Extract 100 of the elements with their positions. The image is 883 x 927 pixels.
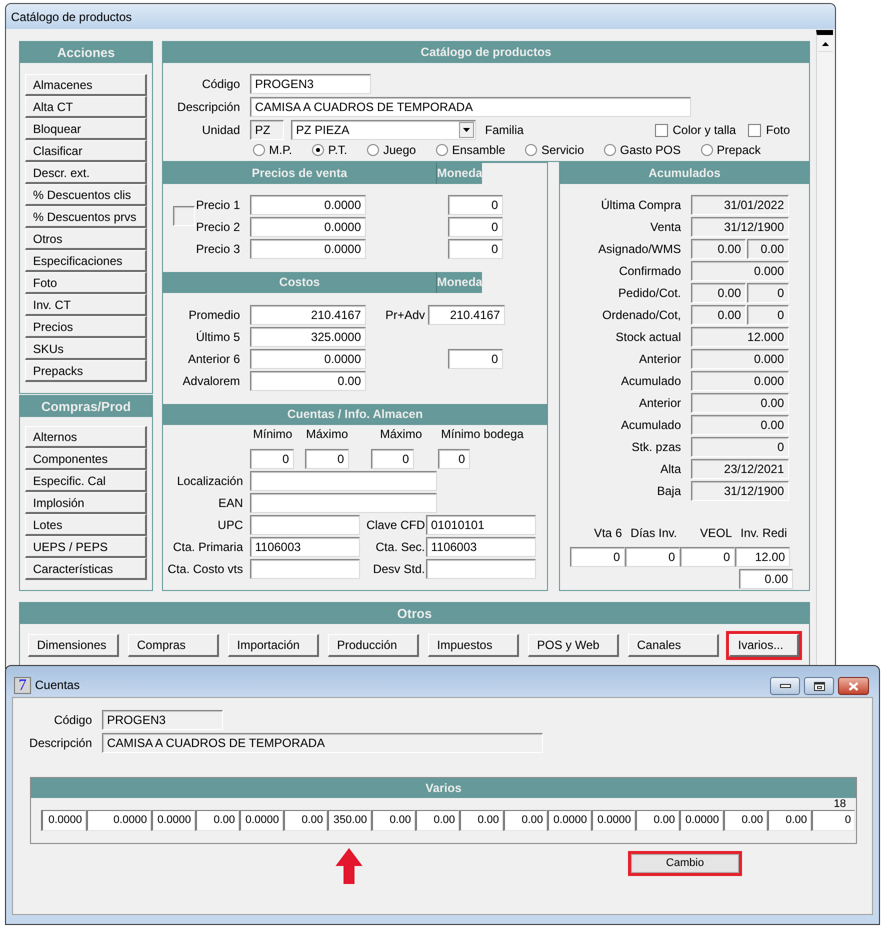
- action-button[interactable]: Prepacks: [25, 360, 147, 382]
- close-icon: [848, 682, 859, 690]
- input-field[interactable]: 0.0000: [250, 349, 366, 369]
- radio-option[interactable]: Juego: [367, 143, 416, 157]
- action-button[interactable]: Alta CT: [25, 96, 147, 118]
- input-field[interactable]: 1106003: [250, 537, 360, 557]
- action-button[interactable]: Lotes: [25, 514, 147, 536]
- input-field[interactable]: 0.00: [635, 810, 679, 831]
- action-button[interactable]: Especific. Cal: [25, 470, 147, 492]
- input-field[interactable]: 210.4167: [250, 305, 366, 325]
- input-field[interactable]: 0.0000: [250, 239, 366, 259]
- input-field[interactable]: 0: [625, 547, 680, 567]
- section-button[interactable]: Ivarios...: [729, 634, 799, 657]
- scrollbar[interactable]: [816, 30, 833, 668]
- input-field[interactable]: 0.0000: [250, 217, 366, 237]
- close-button[interactable]: [838, 677, 869, 695]
- action-button[interactable]: Precios: [25, 316, 147, 338]
- action-button[interactable]: Otros: [25, 228, 147, 250]
- input-field[interactable]: [426, 559, 536, 579]
- input-field[interactable]: 350.00: [327, 810, 371, 831]
- input-field[interactable]: 0: [570, 547, 625, 567]
- action-button[interactable]: Especificaciones: [25, 250, 147, 272]
- input-field[interactable]: 0.0000: [547, 810, 591, 831]
- action-button[interactable]: Implosión: [25, 492, 147, 514]
- section-button[interactable]: Producción: [328, 634, 419, 657]
- input-field[interactable]: [250, 559, 360, 579]
- input-field[interactable]: CAMISA A CUADROS DE TEMPORADA: [250, 97, 691, 117]
- input-field[interactable]: 0.0000: [239, 810, 283, 831]
- input-field[interactable]: [250, 515, 360, 535]
- action-button[interactable]: Almacenes: [25, 74, 147, 96]
- action-button[interactable]: Clasificar: [25, 140, 147, 162]
- input-field[interactable]: 0.00: [250, 371, 366, 391]
- input-field[interactable]: 0.00: [723, 810, 767, 831]
- input-field[interactable]: 0.0000: [41, 810, 86, 831]
- radio-option[interactable]: Prepack: [700, 143, 761, 157]
- input-field[interactable]: PROGEN3: [250, 74, 371, 94]
- input-field[interactable]: 0.0000: [679, 810, 723, 831]
- checkbox[interactable]: Foto: [748, 121, 790, 139]
- action-button[interactable]: % Descuentos prvs: [25, 206, 147, 228]
- input-field[interactable]: 0.00: [371, 810, 415, 831]
- input-field[interactable]: 0: [448, 349, 503, 369]
- input-field[interactable]: 0.00: [739, 569, 793, 589]
- app-icon: 7: [14, 677, 31, 694]
- input-field[interactable]: 0: [811, 810, 855, 831]
- input-field[interactable]: 0.00: [459, 810, 503, 831]
- action-button[interactable]: Alternos: [25, 426, 147, 448]
- section-button[interactable]: Canales: [628, 634, 719, 657]
- action-button[interactable]: Bloquear: [25, 118, 147, 140]
- section-button[interactable]: Impuestos: [428, 634, 519, 657]
- radio-option[interactable]: Ensamble: [436, 143, 506, 157]
- input-field[interactable]: 0: [438, 449, 470, 469]
- radio-option[interactable]: P.T.: [312, 143, 348, 157]
- section-button[interactable]: Importación: [228, 634, 319, 657]
- input-field[interactable]: 0: [448, 239, 503, 259]
- action-button[interactable]: Componentes: [25, 448, 147, 470]
- section-button[interactable]: POS y Web: [528, 634, 619, 657]
- input-field[interactable]: 0.00: [503, 810, 547, 831]
- dropdown[interactable]: PZ PIEZA: [291, 120, 476, 140]
- action-button[interactable]: Descr. ext.: [25, 162, 147, 184]
- input-field[interactable]: 325.0000: [250, 327, 366, 347]
- input-field[interactable]: [250, 471, 437, 491]
- radio-option[interactable]: Servicio: [525, 143, 584, 157]
- input-field[interactable]: 0.0000: [86, 810, 151, 831]
- radio-option[interactable]: Gasto POS: [604, 143, 681, 157]
- input-field[interactable]: 0.0000: [250, 195, 366, 215]
- action-button[interactable]: % Descuentos clis: [25, 184, 147, 206]
- action-button[interactable]: Foto: [25, 272, 147, 294]
- input-field[interactable]: 0: [680, 547, 735, 567]
- maximize-button[interactable]: [804, 677, 834, 695]
- action-button[interactable]: Cambio: [631, 854, 739, 873]
- action-button[interactable]: Inv. CT: [25, 294, 147, 316]
- input-field[interactable]: 0: [250, 449, 294, 469]
- read-only-field: 0.00: [691, 305, 746, 325]
- input-field[interactable]: 0.0000: [591, 810, 635, 831]
- section-button[interactable]: Compras: [128, 634, 219, 657]
- section-button[interactable]: Dimensiones: [28, 634, 119, 657]
- field-label: Precio 2: [196, 219, 240, 236]
- input-field[interactable]: 0: [448, 217, 503, 237]
- input-field[interactable]: 0.0000: [151, 810, 195, 831]
- input-field[interactable]: 0.00: [195, 810, 239, 831]
- field-label: Venta: [649, 219, 681, 236]
- input-field[interactable]: 0: [448, 195, 503, 215]
- input-field[interactable]: 0: [371, 449, 414, 469]
- radio-option[interactable]: M.P.: [253, 143, 292, 157]
- input-field[interactable]: 0: [305, 449, 349, 469]
- checkbox[interactable]: Color y talla: [654, 121, 736, 139]
- input-field[interactable]: [250, 493, 437, 513]
- minimize-button[interactable]: [770, 677, 800, 695]
- input-field[interactable]: 0.00: [767, 810, 811, 831]
- input-field[interactable]: 01010101: [426, 515, 536, 535]
- input-field[interactable]: 12.00: [735, 547, 790, 567]
- action-button[interactable]: SKUs: [25, 338, 147, 360]
- action-button[interactable]: Características: [25, 558, 147, 580]
- input-field[interactable]: 0.00: [415, 810, 459, 831]
- field-label: Descripción: [176, 99, 240, 116]
- input-field[interactable]: 1106003: [426, 537, 536, 557]
- action-button[interactable]: UEPS / PEPS: [25, 536, 147, 558]
- input-field[interactable]: 0.00: [283, 810, 327, 831]
- input-field[interactable]: 210.4167: [428, 305, 505, 325]
- field-label: Cta. Sec.: [374, 539, 425, 556]
